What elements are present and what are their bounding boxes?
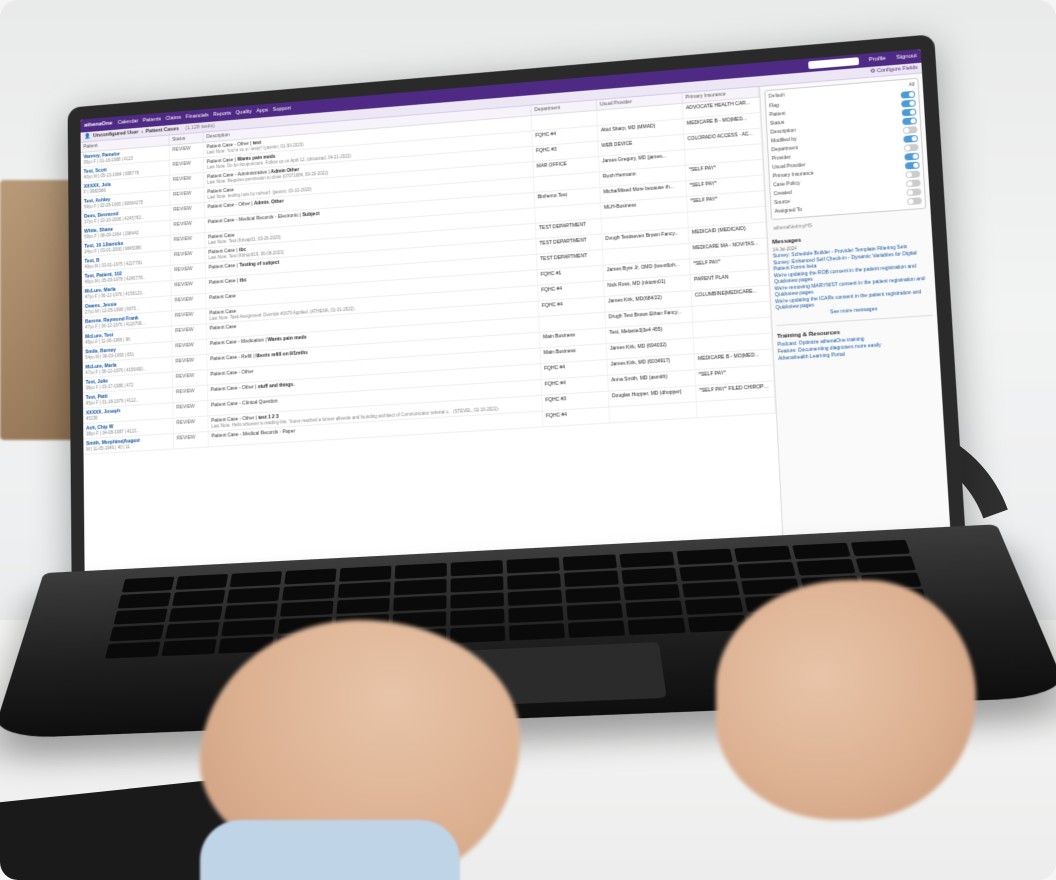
training-block: Training & Resources Podcast: Optimize a… [777,322,935,363]
app-window: athenaOne Calendar Patients Claims Financia… [80,49,951,592]
row-status: REVIEW [172,324,207,341]
toggle-usual-provider[interactable] [904,153,919,161]
menu-claims[interactable]: Claims [166,115,182,122]
right-sidebar: Default All FlagPatientStatusDescription… [760,73,952,557]
row-department: FQHC #4 [543,408,610,427]
row-status: REVIEW [170,173,204,190]
row-status: REVIEW [173,401,208,418]
toggle-primary-insurance[interactable] [905,162,920,170]
menu-financials[interactable]: Financials [186,113,209,120]
row-status: REVIEW [170,203,205,220]
row-status: REVIEW [172,294,207,311]
toggle-department[interactable] [903,135,918,143]
row-status: REVIEW [171,233,206,250]
toggle-status[interactable] [902,108,917,116]
menu-support[interactable]: Support [273,106,291,113]
signout-link[interactable]: Signout [896,53,917,61]
global-search-input[interactable] [808,57,859,69]
toggle-case-policy[interactable] [905,170,920,178]
app-brand: athenaOne [84,121,112,129]
row-status: REVIEW [170,158,204,175]
laptop-lid: athenaOne Calendar Patients Claims Financia… [68,34,968,614]
user-icon: 👤 [84,134,90,140]
messages-block: Messages 14-Jul-2024Survey: Schedule Bui… [772,227,933,319]
config-all-label: All [909,82,915,88]
toggle-provider[interactable] [904,144,919,152]
menu-quality[interactable]: Quality [236,109,252,116]
row-status: REVIEW [170,143,204,160]
toggle-created[interactable] [906,179,921,187]
row-status: REVIEW [173,355,208,372]
row-status: REVIEW [171,218,206,235]
row-status: REVIEW [174,432,209,449]
config-default-label: Default [768,93,784,100]
row-status: REVIEW [171,263,206,280]
row-status: REVIEW [174,416,209,433]
row-status: REVIEW [171,248,206,265]
sleeve-cuff [200,820,460,880]
toggle-flag[interactable] [901,91,916,99]
toggle-source[interactable] [906,188,921,196]
main-panel: Patient Status Description Department Us… [81,87,785,593]
configure-fields-panel: Default All FlagPatientStatusDescription… [764,78,926,220]
menu-apps[interactable]: Apps [256,108,268,115]
breadcrumb-page: Patient Cases [146,126,179,134]
toggle-modified-by[interactable] [903,126,918,134]
right-hand [716,580,976,820]
menu-reports[interactable]: Reports [213,111,231,118]
row-status: REVIEW [172,339,207,356]
row-status: REVIEW [172,309,207,326]
row-status: REVIEW [170,188,205,205]
toggle-description[interactable] [902,117,917,125]
menu-calendar[interactable]: Calendar [118,119,138,126]
toggle-patient[interactable] [901,100,916,108]
row-status: REVIEW [173,370,208,387]
configure-fields-button[interactable]: ⚙ Configure Fields [870,65,918,75]
profile-link[interactable]: Profile [868,56,886,63]
laptop-screen: athenaOne Calendar Patients Claims Financia… [80,49,951,592]
toggle-assigned-to[interactable] [907,197,922,205]
app-body: Patient Status Description Department Us… [81,73,952,592]
table-body: Vannoy, Pamelor36yo F | 01-18-1988 | 412… [81,98,783,578]
scene: athenaOne Calendar Patients Claims Financia… [0,0,1056,880]
row-status: REVIEW [172,278,207,295]
task-count: (1,128 tasks) [185,123,214,131]
row-status: REVIEW [173,386,208,403]
menu-patients[interactable]: Patients [143,117,161,124]
